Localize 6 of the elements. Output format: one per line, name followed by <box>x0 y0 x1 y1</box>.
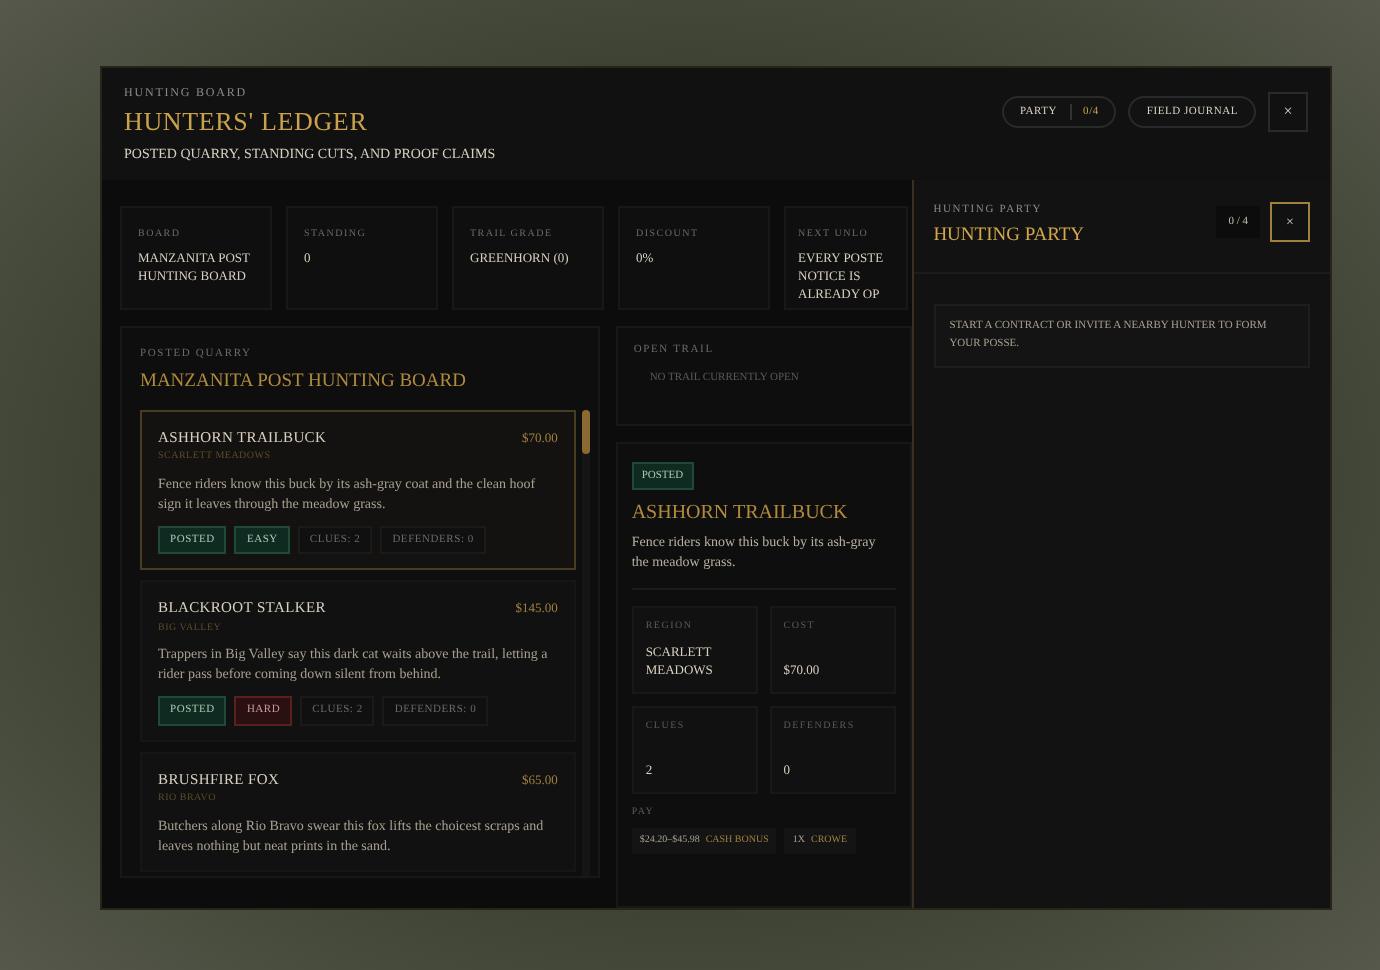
close-button[interactable]: × <box>1268 92 1308 132</box>
modal-title: HUNTERS' LEDGER <box>124 104 370 140</box>
party-title: HUNTING PARTY <box>933 224 1085 251</box>
scrollbar[interactable] <box>581 409 590 876</box>
detail-title: ASHHORN TRAILBUCK <box>631 500 850 529</box>
board-title: MANZANITA POST HUNTING BOARD <box>140 370 468 397</box>
